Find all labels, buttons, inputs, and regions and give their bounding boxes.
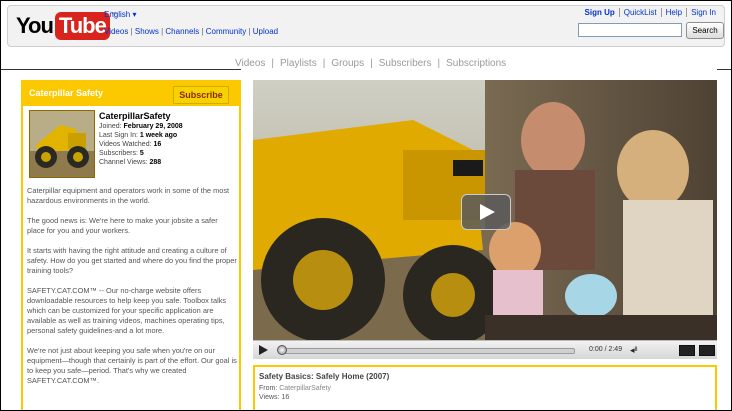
from-user-link[interactable]: CaterpillarSafety [279, 385, 331, 392]
video-player[interactable] [253, 80, 717, 340]
subscribers-label: Subscribers: [99, 150, 140, 157]
description-paragraph: It starts with having the right attitude… [27, 246, 237, 275]
joined-label: Joined: [99, 123, 124, 130]
quicklist-link[interactable]: QuickList [618, 8, 661, 17]
videos-watched-row: Videos Watched: 16 [99, 140, 183, 149]
channel-views-value: 288 [149, 159, 162, 166]
sign-in-link[interactable]: Sign In [686, 8, 720, 17]
subscribers-value: 5 [139, 150, 144, 157]
views-label: Views: [259, 394, 282, 401]
player-controls: 0:00 / 2:49 ◂ᴵᴵ [253, 340, 717, 359]
channel-nav-sep: | [437, 58, 441, 69]
nav-channels[interactable]: Channels [165, 27, 199, 36]
channel-tab-playlists[interactable]: Playlists [280, 58, 317, 69]
seek-handle[interactable] [277, 345, 287, 355]
description-paragraph: SAFETY.CAT.COM™ -- Our no-charge website… [27, 286, 227, 335]
last-sign-in-label: Last Sign In: [99, 132, 140, 139]
channel-nav-sep: | [370, 58, 373, 69]
resize-icon[interactable] [679, 345, 695, 356]
play-icon[interactable] [259, 345, 268, 355]
description-paragraph: We're not just about keeping you safe wh… [27, 346, 237, 385]
channel-tab-subscriptions[interactable]: Subscriptions [446, 58, 506, 69]
last-sign-in-value: 1 week ago [139, 132, 178, 139]
account-links: Sign Up QuickList Help Sign In [581, 8, 720, 17]
subscribers-row: Subscribers: 5 [99, 149, 183, 158]
description-paragraph: Caterpillar equipment and operators work… [27, 186, 230, 205]
fullscreen-icon[interactable] [699, 345, 715, 356]
last-sign-in-row: Last Sign In: 1 week ago [99, 131, 183, 140]
progress-bar[interactable] [279, 348, 575, 354]
channel-views-row: Channel Views: 288 [99, 158, 183, 167]
search-input[interactable] [578, 23, 682, 37]
channel-panel-header: Caterpillar Safety Subscribe [23, 82, 239, 106]
video-title[interactable]: Safety Basics: Safely Home (2007) [259, 372, 389, 381]
main-nav: Videos | Shows | Channels | Community | … [104, 27, 278, 36]
channel-tab-subscribers[interactable]: Subscribers [379, 58, 432, 69]
joined-value: February 29, 2008 [123, 123, 183, 130]
channel-info-panel: Caterpillar Safety Subscribe Caterpillar… [21, 80, 241, 410]
channel-stats: CaterpillarSafety Joined: February 29, 2… [99, 110, 183, 167]
channel-description: Caterpillar equipment and operators work… [27, 186, 237, 396]
channel-views-label: Channel Views: [99, 159, 150, 166]
search-button[interactable]: Search [686, 22, 724, 39]
joined-row: Joined: February 29, 2008 [99, 122, 183, 131]
video-views: Views: 16 [259, 394, 289, 401]
video-from: From: CaterpillarSafety [259, 385, 331, 392]
page-frame: You Tube ™ English ▾ Videos | Shows | Ch… [0, 0, 732, 411]
from-label: From: [259, 385, 280, 392]
channel-title: Caterpillar Safety [29, 88, 104, 98]
nav-shows[interactable]: Shows [135, 27, 159, 36]
channel-tab-videos[interactable]: Videos [235, 58, 265, 69]
channel-nav-sep: | [322, 58, 326, 69]
divider [1, 69, 241, 70]
video-info-box: Safety Basics: Safely Home (2007) From: … [253, 365, 717, 410]
sign-up-link[interactable]: Sign Up [581, 8, 619, 17]
play-overlay-button[interactable] [461, 194, 511, 230]
channel-avatar[interactable] [29, 110, 95, 178]
nav-community[interactable]: Community [206, 27, 246, 36]
nav-upload[interactable]: Upload [253, 27, 278, 36]
volume-icon[interactable]: ◂ᴵᴵ [630, 345, 638, 356]
channel-username[interactable]: CaterpillarSafety [99, 110, 183, 122]
views-value: 16 [281, 394, 290, 401]
time-display: 0:00 / 2:49 [589, 346, 623, 353]
logo-you: You [16, 13, 54, 38]
youtube-logo[interactable]: You Tube ™ [16, 12, 117, 40]
divider [717, 69, 731, 70]
channel-tab-groups[interactable]: Groups [331, 58, 364, 69]
language-selector[interactable]: English ▾ [104, 10, 136, 19]
description-paragraph: The good news is: We're here to make you… [27, 216, 218, 235]
help-link[interactable]: Help [660, 8, 686, 17]
subscribe-button[interactable]: Subscribe [173, 86, 229, 104]
logo-tube: Tube [54, 12, 110, 40]
header: You Tube ™ English ▾ Videos | Shows | Ch… [7, 5, 725, 47]
channel-nav: Videos | Playlists | Groups | Subscribers | Subs… [235, 58, 506, 69]
videos-watched-label: Videos Watched: [99, 141, 154, 148]
channel-nav-sep: | [271, 58, 275, 69]
videos-watched-value: 16 [153, 141, 162, 148]
nav-videos[interactable]: Videos [104, 27, 128, 36]
play-triangle-icon [480, 204, 495, 220]
